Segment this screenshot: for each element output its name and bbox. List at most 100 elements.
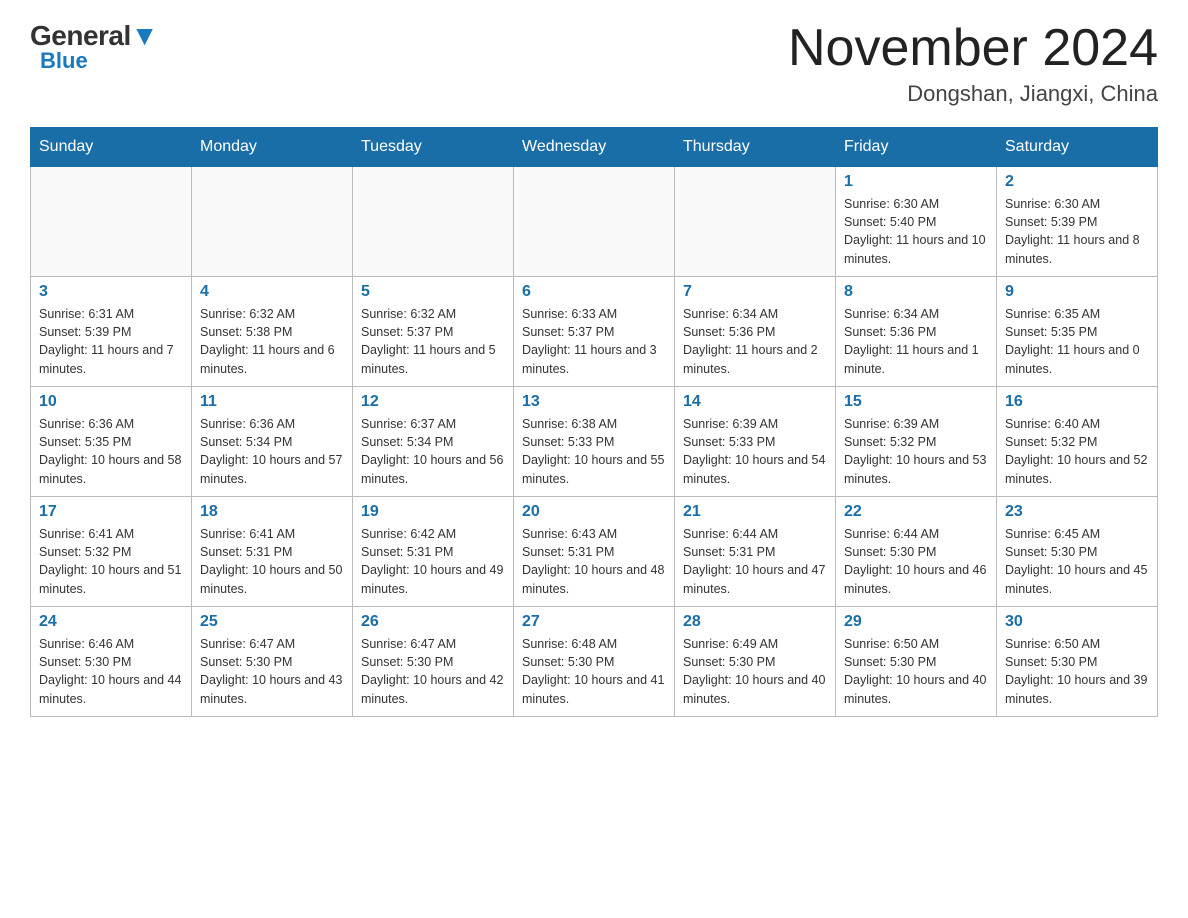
day-header-monday: Monday [192,128,353,167]
calendar-header-row: SundayMondayTuesdayWednesdayThursdayFrid… [31,128,1158,167]
day-info: Sunrise: 6:49 AM Sunset: 5:30 PM Dayligh… [683,635,827,708]
day-header-wednesday: Wednesday [514,128,675,167]
page-header: General▼ Blue November 2024 Dongshan, Ji… [30,20,1158,107]
day-number: 26 [361,613,505,631]
calendar-cell: 2 Sunrise: 6:30 AM Sunset: 5:39 PM Daylig… [997,167,1158,277]
calendar-cell: 9 Sunrise: 6:35 AM Sunset: 5:35 PM Daylig… [997,277,1158,387]
day-number: 19 [361,503,505,521]
day-info: Sunrise: 6:33 AM Sunset: 5:37 PM Dayligh… [522,305,666,378]
day-number: 25 [200,613,344,631]
day-info: Sunrise: 6:44 AM Sunset: 5:30 PM Dayligh… [844,525,988,598]
day-number: 10 [39,393,183,411]
day-number: 11 [200,393,344,411]
day-number: 1 [844,173,988,191]
day-info: Sunrise: 6:32 AM Sunset: 5:37 PM Dayligh… [361,305,505,378]
day-number: 27 [522,613,666,631]
calendar-cell [31,167,192,277]
day-number: 30 [1005,613,1149,631]
day-info: Sunrise: 6:46 AM Sunset: 5:30 PM Dayligh… [39,635,183,708]
day-info: Sunrise: 6:34 AM Sunset: 5:36 PM Dayligh… [683,305,827,378]
day-info: Sunrise: 6:45 AM Sunset: 5:30 PM Dayligh… [1005,525,1149,598]
day-info: Sunrise: 6:36 AM Sunset: 5:34 PM Dayligh… [200,415,344,488]
calendar-cell: 30Sunrise: 6:50 AM Sunset: 5:30 PM Dayli… [997,607,1158,717]
calendar-cell: 18 Sunrise: 6:41 AM Sunset: 5:31 PM Dayli… [192,497,353,607]
calendar-week-row: 17 Sunrise: 6:41 AM Sunset: 5:32 PM Dayli… [31,497,1158,607]
day-header-tuesday: Tuesday [353,128,514,167]
calendar-cell: 10 Sunrise: 6:36 AM Sunset: 5:35 PM Dayli… [31,387,192,497]
day-info: Sunrise: 6:47 AM Sunset: 5:30 PM Dayligh… [361,635,505,708]
day-number: 6 [522,283,666,301]
calendar-cell: 16 Sunrise: 6:40 AM Sunset: 5:32 PM Dayli… [997,387,1158,497]
calendar-cell: 20 Sunrise: 6:43 AM Sunset: 5:31 PM Dayli… [514,497,675,607]
calendar-cell: 21 Sunrise: 6:44 AM Sunset: 5:31 PM Dayli… [675,497,836,607]
calendar-table: SundayMondayTuesdayWednesdayThursdayFrid… [30,127,1158,717]
calendar-cell: 19 Sunrise: 6:42 AM Sunset: 5:31 PM Dayli… [353,497,514,607]
day-number: 4 [200,283,344,301]
day-info: Sunrise: 6:37 AM Sunset: 5:34 PM Dayligh… [361,415,505,488]
calendar-cell: 4 Sunrise: 6:32 AM Sunset: 5:38 PM Daylig… [192,277,353,387]
calendar-cell: 11 Sunrise: 6:36 AM Sunset: 5:34 PM Dayli… [192,387,353,497]
calendar-cell: 14Sunrise: 6:39 AM Sunset: 5:33 PM Dayli… [675,387,836,497]
calendar-week-row: 3 Sunrise: 6:31 AM Sunset: 5:39 PM Daylig… [31,277,1158,387]
day-header-sunday: Sunday [31,128,192,167]
day-info: Sunrise: 6:41 AM Sunset: 5:31 PM Dayligh… [200,525,344,598]
day-number: 12 [361,393,505,411]
day-number: 15 [844,393,988,411]
day-number: 9 [1005,283,1149,301]
day-info: Sunrise: 6:40 AM Sunset: 5:32 PM Dayligh… [1005,415,1149,488]
day-number: 20 [522,503,666,521]
day-number: 14 [683,393,827,411]
day-header-friday: Friday [836,128,997,167]
calendar-cell: 22 Sunrise: 6:44 AM Sunset: 5:30 PM Dayli… [836,497,997,607]
calendar-cell: 12 Sunrise: 6:37 AM Sunset: 5:34 PM Dayli… [353,387,514,497]
day-number: 18 [200,503,344,521]
day-number: 3 [39,283,183,301]
day-info: Sunrise: 6:41 AM Sunset: 5:32 PM Dayligh… [39,525,183,598]
day-number: 2 [1005,173,1149,191]
day-info: Sunrise: 6:42 AM Sunset: 5:31 PM Dayligh… [361,525,505,598]
day-number: 21 [683,503,827,521]
calendar-cell: 6 Sunrise: 6:33 AM Sunset: 5:37 PM Daylig… [514,277,675,387]
calendar-cell: 23 Sunrise: 6:45 AM Sunset: 5:30 PM Dayli… [997,497,1158,607]
calendar-cell: 3 Sunrise: 6:31 AM Sunset: 5:39 PM Daylig… [31,277,192,387]
calendar-cell: 24 Sunrise: 6:46 AM Sunset: 5:30 PM Dayli… [31,607,192,717]
logo-blue-text: Blue [40,48,88,74]
day-number: 7 [683,283,827,301]
calendar-cell: 25 Sunrise: 6:47 AM Sunset: 5:30 PM Dayli… [192,607,353,717]
calendar-cell: 1 Sunrise: 6:30 AM Sunset: 5:40 PM Daylig… [836,167,997,277]
calendar-cell: 26 Sunrise: 6:47 AM Sunset: 5:30 PM Dayli… [353,607,514,717]
calendar-cell: 5 Sunrise: 6:32 AM Sunset: 5:37 PM Daylig… [353,277,514,387]
calendar-cell: 15 Sunrise: 6:39 AM Sunset: 5:32 PM Dayli… [836,387,997,497]
day-info: Sunrise: 6:30 AM Sunset: 5:39 PM Dayligh… [1005,195,1149,268]
day-number: 16 [1005,393,1149,411]
title-block: November 2024 Dongshan, Jiangxi, China [788,20,1158,107]
day-info: Sunrise: 6:31 AM Sunset: 5:39 PM Dayligh… [39,305,183,378]
day-info: Sunrise: 6:43 AM Sunset: 5:31 PM Dayligh… [522,525,666,598]
calendar-week-row: 10 Sunrise: 6:36 AM Sunset: 5:35 PM Dayli… [31,387,1158,497]
day-info: Sunrise: 6:48 AM Sunset: 5:30 PM Dayligh… [522,635,666,708]
day-number: 22 [844,503,988,521]
day-number: 13 [522,393,666,411]
calendar-cell: 17 Sunrise: 6:41 AM Sunset: 5:32 PM Dayli… [31,497,192,607]
day-info: Sunrise: 6:47 AM Sunset: 5:30 PM Dayligh… [200,635,344,708]
day-number: 17 [39,503,183,521]
day-number: 5 [361,283,505,301]
calendar-cell: 13Sunrise: 6:38 AM Sunset: 5:33 PM Dayli… [514,387,675,497]
day-number: 23 [1005,503,1149,521]
day-header-thursday: Thursday [675,128,836,167]
day-info: Sunrise: 6:36 AM Sunset: 5:35 PM Dayligh… [39,415,183,488]
day-info: Sunrise: 6:39 AM Sunset: 5:32 PM Dayligh… [844,415,988,488]
calendar-week-row: 1 Sunrise: 6:30 AM Sunset: 5:40 PM Daylig… [31,167,1158,277]
day-info: Sunrise: 6:44 AM Sunset: 5:31 PM Dayligh… [683,525,827,598]
calendar-cell: 27 Sunrise: 6:48 AM Sunset: 5:30 PM Dayli… [514,607,675,717]
calendar-cell [675,167,836,277]
day-number: 29 [844,613,988,631]
calendar-cell [192,167,353,277]
calendar-cell [353,167,514,277]
day-info: Sunrise: 6:32 AM Sunset: 5:38 PM Dayligh… [200,305,344,378]
day-info: Sunrise: 6:30 AM Sunset: 5:40 PM Dayligh… [844,195,988,268]
calendar-cell: 7 Sunrise: 6:34 AM Sunset: 5:36 PM Daylig… [675,277,836,387]
day-number: 8 [844,283,988,301]
day-number: 24 [39,613,183,631]
day-info: Sunrise: 6:35 AM Sunset: 5:35 PM Dayligh… [1005,305,1149,378]
